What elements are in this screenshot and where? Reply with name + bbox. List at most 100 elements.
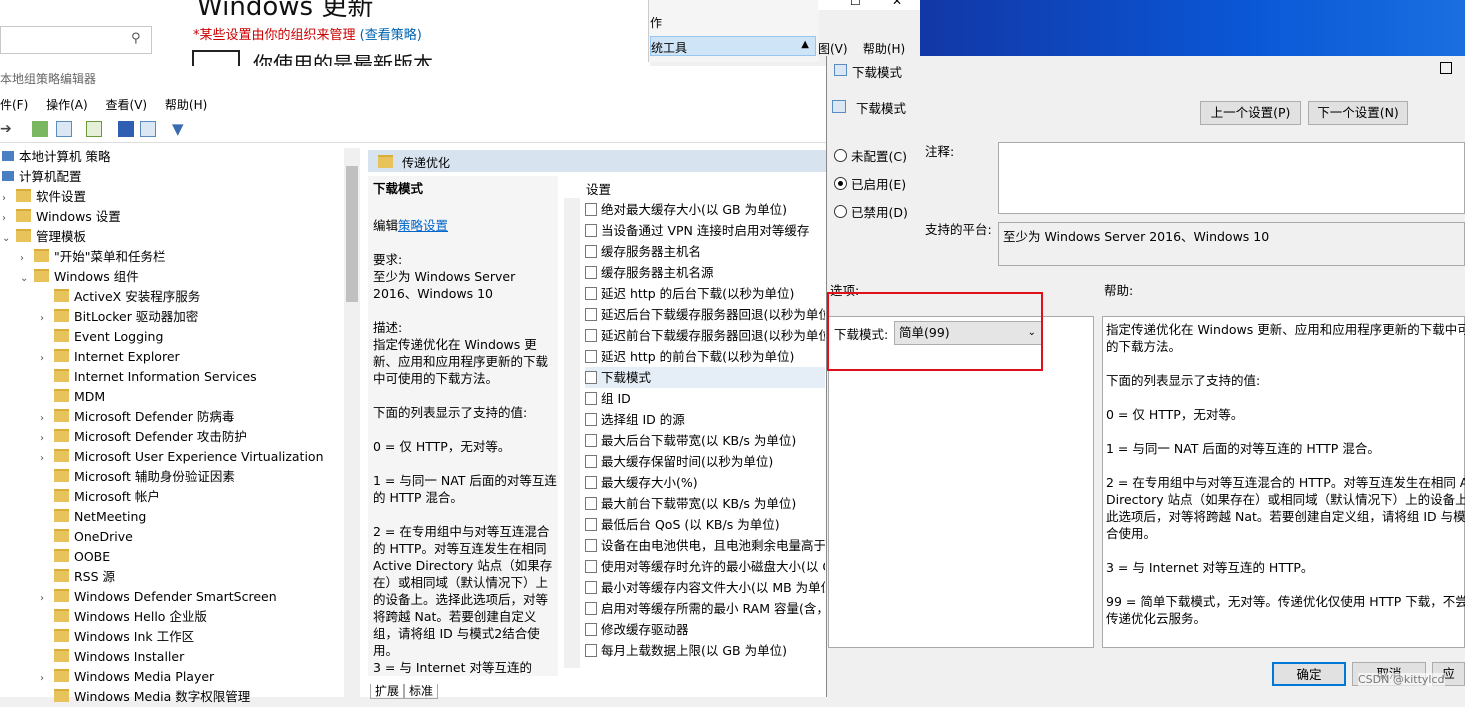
chevron-icon[interactable]: ⌄ [2, 229, 16, 249]
setting-row[interactable]: 每月上载数据上限(以 GB 为单位) [585, 640, 787, 661]
setting-row[interactable]: 延迟 http 的前台下载(以秒为单位) [585, 346, 794, 367]
radio-disabled[interactable]: 已禁用(D) [834, 202, 908, 221]
explorer-item[interactable]: 统工具 ▲ [650, 36, 816, 56]
tree-item[interactable]: NetMeeting [40, 507, 146, 527]
chevron-icon[interactable]: › [2, 189, 16, 209]
chevron-icon[interactable]: › [20, 249, 34, 269]
policy-setting-icon [585, 371, 597, 384]
radio-enabled[interactable]: 已启用(E) [834, 174, 906, 193]
tree-item[interactable]: › Microsoft User Experience Virtualizatio… [40, 447, 324, 467]
menu-help[interactable]: 帮助(H) [863, 42, 905, 56]
setting-row[interactable]: 最大前台下载带宽(以 KB/s 为单位) [585, 493, 796, 514]
tree-item[interactable]: RSS 源 [40, 567, 115, 587]
tree-item[interactable]: Event Logging [40, 327, 163, 347]
setting-row[interactable]: 启用对等缓存所需的最小 RAM 容量(含，以 [585, 598, 825, 619]
tree-item[interactable]: Windows Installer [40, 647, 184, 667]
tree-item[interactable]: › BitLocker 驱动器加密 [40, 307, 198, 327]
menu-view[interactable]: 图(V) [818, 42, 848, 56]
setting-row[interactable]: 最低后台 QoS (以 KB/s 为单位) [585, 514, 780, 535]
forward-icon[interactable]: ➔ [0, 121, 16, 137]
setting-row[interactable]: 最大缓存保留时间(以秒为单位) [585, 451, 773, 472]
menu-view[interactable]: 查看(V) [106, 98, 148, 112]
tree-scroll-thumb[interactable] [346, 166, 358, 302]
value-2: 2 = 在专用组中与对等互连混合的 HTTP。对等互连发生在相同 Active … [373, 524, 553, 658]
chevron-icon[interactable]: › [2, 209, 16, 229]
chevron-icon[interactable]: › [40, 589, 54, 609]
chevron-icon[interactable]: › [40, 449, 54, 469]
setting-row[interactable]: 选择组 ID 的源 [585, 409, 685, 430]
setting-row[interactable]: 当设备通过 VPN 连接时启用对等缓存 [585, 220, 809, 241]
setting-row[interactable]: 组 ID [585, 388, 631, 409]
list-scrollbar[interactable] [564, 198, 580, 668]
tree-item[interactable]: ⌄ 管理模板 [2, 227, 86, 247]
setting-row[interactable]: 修改缓存驱动器 [585, 619, 689, 640]
tree-item[interactable]: › Microsoft Defender 防病毒 [40, 407, 234, 427]
show-tree-icon[interactable] [56, 121, 72, 137]
menu-action[interactable]: 操作(A) [46, 98, 88, 112]
policy-setting-icon [585, 203, 597, 216]
export-icon[interactable] [86, 121, 102, 137]
setting-row[interactable]: 绝对最大缓存大小(以 GB 为单位) [585, 199, 787, 220]
setting-row[interactable]: 延迟 http 的后台下载(以秒为单位) [585, 283, 794, 304]
chevron-icon[interactable]: ⌄ [20, 269, 34, 289]
settings-search-box[interactable]: ⚲ [0, 26, 152, 54]
setting-row[interactable]: 使用对等缓存时允许的最小磁盘大小(以 G [585, 556, 825, 577]
up-folder-icon[interactable] [32, 121, 48, 137]
setting-row[interactable]: 延迟前台下载缓存服务器回退(以秒为单位) [585, 325, 825, 346]
tree-item[interactable]: Microsoft 辅助身份验证因素 [40, 467, 235, 487]
setting-row[interactable]: 缓存服务器主机名 [585, 241, 701, 262]
radio-not-configured[interactable]: 未配置(C) [834, 146, 907, 165]
tree-item-label: Windows Hello 企业版 [74, 609, 207, 624]
filter-icon[interactable]: ▼ [172, 121, 188, 137]
tree-item[interactable]: 计算机配置 [0, 167, 82, 187]
setting-row[interactable]: 缓存服务器主机名源 [585, 262, 714, 283]
tree-item[interactable]: › Windows 设置 [2, 207, 121, 227]
tree-item[interactable]: ⌄ Windows 组件 [20, 267, 139, 287]
help-icon[interactable] [118, 121, 134, 137]
tree-item[interactable]: Windows Media 数字权限管理 [40, 687, 250, 707]
chevron-icon[interactable]: › [40, 409, 54, 429]
tree-item[interactable]: MDM [40, 387, 105, 407]
setting-label: 修改缓存驱动器 [601, 622, 689, 637]
chevron-icon[interactable]: › [40, 349, 54, 369]
tree-item[interactable]: OneDrive [40, 527, 133, 547]
close-icon[interactable]: ✕ [892, 0, 902, 8]
tree-item[interactable]: OOBE [40, 547, 110, 567]
prev-setting-button[interactable]: 上一个设置(P) [1200, 101, 1301, 125]
next-setting-button[interactable]: 下一个设置(N) [1308, 101, 1408, 125]
edit-policy-link[interactable]: 策略设置 [398, 218, 448, 233]
tree-item[interactable]: › Windows Defender SmartScreen [40, 587, 277, 607]
chevron-icon[interactable]: › [40, 669, 54, 689]
properties-icon[interactable] [140, 121, 156, 137]
tree-item[interactable]: Windows Hello 企业版 [40, 607, 207, 627]
menu-help[interactable]: 帮助(H) [165, 98, 207, 112]
tree-item[interactable]: Microsoft 帐户 [40, 487, 160, 507]
tree-item[interactable]: 本地计算机 策略 [0, 147, 110, 167]
maximize-icon[interactable] [1440, 62, 1452, 74]
setting-row[interactable]: 最大缓存大小(%) [585, 472, 698, 493]
tree-item[interactable]: › Microsoft Defender 攻击防护 [40, 427, 247, 447]
setting-row[interactable]: 最小对等缓存内容文件大小(以 MB 为单位 [585, 577, 825, 598]
menu-file[interactable]: 件(F) [0, 98, 28, 112]
setting-row[interactable]: 延迟后台下载缓存服务器回退(以秒为单位) [585, 304, 825, 325]
tree-item[interactable]: › Windows Media Player [40, 667, 214, 687]
restore-icon[interactable]: ☐ [850, 0, 861, 8]
chevron-icon[interactable]: › [40, 429, 54, 449]
tree-item[interactable]: › Internet Explorer [40, 347, 180, 367]
tree-item[interactable]: › 软件设置 [2, 187, 86, 207]
setting-row[interactable]: 下载模式 [585, 367, 825, 388]
tree-item[interactable]: › "开始"菜单和任务栏 [20, 247, 166, 267]
setting-row[interactable]: 最大后台下载带宽(以 KB/s 为单位) [585, 430, 796, 451]
tree-item[interactable]: Internet Information Services [40, 367, 257, 387]
chevron-icon[interactable]: › [40, 309, 54, 329]
tree-item[interactable]: Windows Ink 工作区 [40, 627, 194, 647]
view-policies-link[interactable]: (查看策略) [360, 28, 422, 43]
tree-item[interactable]: ActiveX 安装程序服务 [40, 287, 200, 307]
ok-button[interactable]: 确定 [1272, 662, 1346, 686]
tree-item-label: 计算机配置 [19, 169, 82, 184]
setting-row[interactable]: 设备在由电池供电，且电池剩余电量高于设 [585, 535, 825, 556]
policy-setting-icon [585, 623, 597, 636]
gpedit-title: 本地组策略编辑器 [0, 72, 97, 86]
window-buttons-bg: ☐ ✕ [818, 0, 920, 10]
comment-field[interactable] [998, 142, 1465, 214]
